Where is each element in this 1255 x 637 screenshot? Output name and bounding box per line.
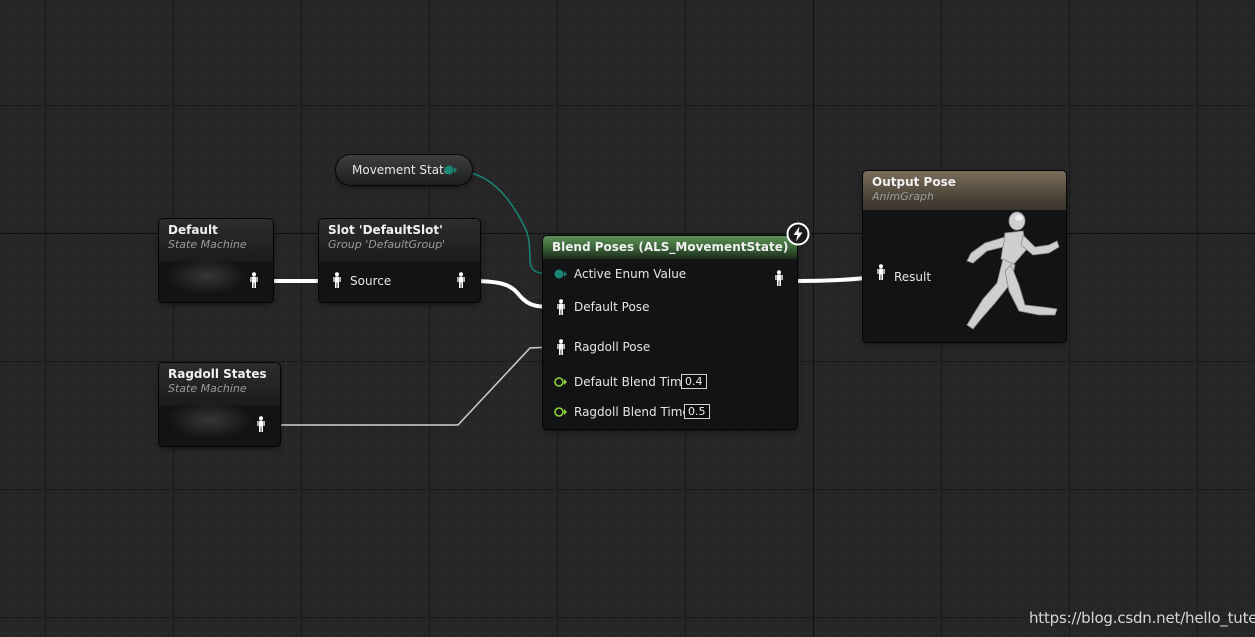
float-input-pin-icon[interactable] <box>554 407 568 417</box>
node-subtitle: AnimGraph <box>872 190 935 203</box>
pose-input-pin-icon[interactable] <box>556 339 566 355</box>
node-header: Slot 'DefaultSlot' Group 'DefaultGroup' <box>319 219 480 261</box>
default-blend-time-value[interactable]: 0.4 <box>681 374 707 389</box>
thumbnail-preview <box>167 401 253 439</box>
pose-output-pin-icon[interactable] <box>256 416 266 432</box>
pose-wire-slot-to-blend <box>471 279 553 309</box>
result-pin-label: Result <box>894 270 932 284</box>
enum-input-pin-icon[interactable] <box>554 269 568 279</box>
float-input-pin-icon[interactable] <box>554 377 568 387</box>
movement-state-variable-node[interactable]: Movement State <box>336 155 472 185</box>
node-subtitle: State Machine <box>168 238 247 251</box>
lightning-icon <box>786 222 810 246</box>
state-machine-default-node[interactable]: Default State Machine <box>159 219 273 302</box>
node-title: Blend Poses (ALS_MovementState) <box>552 240 789 254</box>
ragdoll-pose-pin-label: Ragdoll Pose <box>574 340 651 354</box>
watermark-text: https://blog.csdn.net/hello_tute <box>1029 609 1255 627</box>
enum-output-pin-icon[interactable] <box>444 165 458 175</box>
node-header: Blend Poses (ALS_MovementState) <box>543 236 797 259</box>
node-title: Slot 'DefaultSlot' <box>328 223 443 237</box>
node-header: Output Pose AnimGraph <box>863 171 1066 210</box>
thumbnail-preview <box>167 257 247 295</box>
default-blend-time-pin-label: Default Blend Time <box>574 375 690 389</box>
pose-input-pin-icon[interactable] <box>876 264 886 280</box>
node-title: Output Pose <box>872 175 956 189</box>
node-header: Default State Machine <box>159 219 273 261</box>
pose-wire-ragdoll-to-blend <box>272 346 553 426</box>
running-mannequin-icon <box>966 211 1060 330</box>
node-subtitle: State Machine <box>168 382 247 395</box>
pose-input-pin-icon[interactable] <box>556 299 566 315</box>
pose-output-pin-icon[interactable] <box>249 272 259 288</box>
pose-output-pin-icon[interactable] <box>774 270 784 286</box>
active-enum-pin-label: Active Enum Value <box>574 267 687 281</box>
node-header: Ragdoll States State Machine <box>159 363 280 405</box>
ragdoll-blend-time-pin-label: Ragdoll Blend Time <box>574 405 690 419</box>
node-title: Ragdoll States <box>168 367 267 381</box>
variable-label: Movement State <box>352 163 452 177</box>
pose-input-pin-icon[interactable] <box>332 272 342 288</box>
output-pose-node[interactable]: Output Pose AnimGraph Result <box>863 171 1066 342</box>
state-machine-ragdoll-node[interactable]: Ragdoll States State Machine <box>159 363 280 446</box>
default-pose-pin-label: Default Pose <box>574 300 650 314</box>
blend-poses-node[interactable]: Blend Poses (ALS_MovementState) Active E… <box>543 236 797 429</box>
node-title: Default <box>168 223 218 237</box>
slot-node[interactable]: Slot 'DefaultSlot' Group 'DefaultGroup' … <box>319 219 480 302</box>
ragdoll-blend-time-value[interactable]: 0.5 <box>684 404 710 419</box>
node-subtitle: Group 'DefaultGroup' <box>328 238 446 251</box>
pose-output-pin-icon[interactable] <box>456 272 466 288</box>
source-pin-label: Source <box>350 274 392 288</box>
